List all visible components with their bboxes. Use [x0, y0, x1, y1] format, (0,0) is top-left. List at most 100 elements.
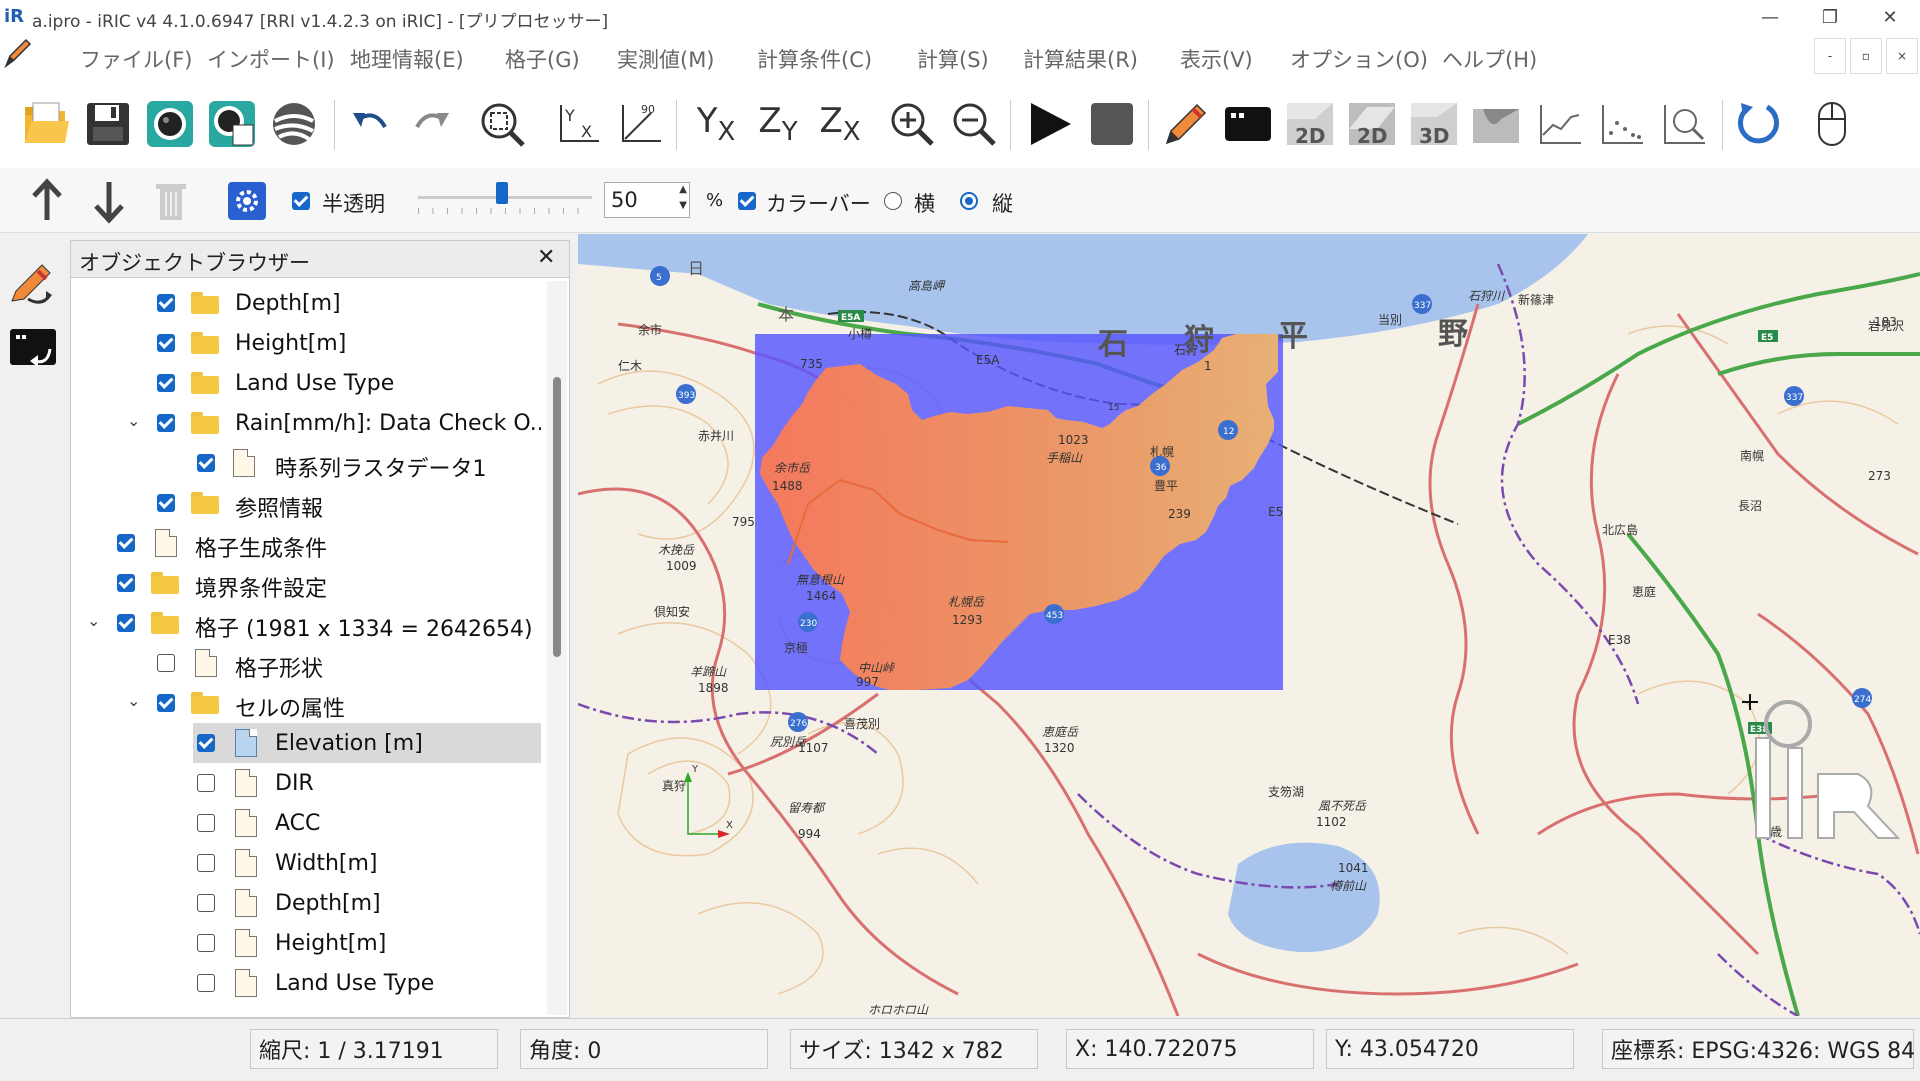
tree-item-elevation[interactable]: Elevation [m] [193, 723, 541, 763]
map-view[interactable]: 石狩川 高島岬 余市 小樽 石狩 当別 新篠津 岩見沢 仁木 735 赤井川 余… [578, 234, 1920, 1016]
svg-text:留寿都: 留寿都 [788, 801, 826, 815]
restore-button[interactable]: ❐ [1800, 0, 1860, 34]
graph-zoom-icon[interactable] [1658, 96, 1710, 152]
menu-calc-result[interactable]: 計算結果(R) [1023, 44, 1138, 74]
mdi-minimize-button[interactable]: - [1814, 38, 1846, 74]
svg-text:真狩: 真狩 [662, 778, 686, 793]
svg-text:2D: 2D [1295, 124, 1326, 148]
svg-text:274: 274 [1854, 695, 1871, 705]
menu-import[interactable]: インポート(I) [207, 44, 335, 74]
console-icon[interactable] [1222, 96, 1274, 152]
svg-text:393: 393 [678, 391, 695, 401]
mouse-icon[interactable] [1806, 96, 1858, 152]
tree-item-cell-attributes[interactable]: ⌄ セルの属性 [71, 683, 541, 723]
tree-item-cell-land-use[interactable]: Land Use Type [71, 963, 541, 1003]
3d-icon[interactable]: 3D [1408, 96, 1460, 152]
svg-text:Y: Y [564, 106, 575, 125]
colorbar-label: カラーバー [766, 192, 871, 216]
tree-item-grid-shape[interactable]: 格子形状 [71, 643, 541, 683]
profile-icon[interactable] [1470, 96, 1522, 152]
menu-file[interactable]: ファイル(F) [80, 44, 192, 74]
move-up-icon[interactable] [24, 178, 70, 224]
svg-text:453: 453 [1046, 611, 1063, 621]
tree-item-depth[interactable]: Depth[m] [71, 283, 541, 323]
2d-alt-icon[interactable]: 2D [1346, 96, 1398, 152]
svg-text:1023: 1023 [1058, 433, 1089, 447]
snapshot-icon[interactable] [206, 96, 258, 152]
console-return-icon[interactable] [8, 325, 58, 371]
object-browser-close-button[interactable]: ✕ [537, 245, 555, 270]
minimize-button[interactable]: — [1740, 0, 1800, 34]
pencil-edit-icon[interactable] [1160, 96, 1212, 152]
close-window-button[interactable]: ✕ [1860, 0, 1920, 34]
menu-options[interactable]: オプション(O) [1290, 44, 1428, 74]
svg-text:1898: 1898 [698, 681, 729, 695]
tree-item-grid[interactable]: ⌄ 格子 (1981 x 1334 = 2642654) [71, 603, 541, 643]
object-browser-scrollbar[interactable] [547, 281, 567, 1015]
tree-item-cell-height[interactable]: Height[m] [71, 923, 541, 963]
run-icon[interactable] [1024, 96, 1076, 152]
stop-icon[interactable] [1086, 96, 1138, 152]
tree-item-timeseries-raster[interactable]: 時系列ラスタデータ1 [71, 443, 541, 483]
save-icon[interactable] [82, 96, 134, 152]
tree-item-acc[interactable]: ACC [71, 803, 541, 843]
svg-text:無意根山: 無意根山 [796, 573, 845, 587]
undo-icon[interactable] [344, 96, 396, 152]
horizontal-radio[interactable] [884, 192, 902, 210]
tree-item-boundary[interactable]: 境界条件設定 [71, 563, 541, 603]
axis-yx-icon[interactable]: YX [552, 96, 604, 152]
menu-calc-condition[interactable]: 計算条件(C) [757, 44, 872, 74]
settings-gear-icon[interactable] [228, 182, 266, 220]
tree-item-grid-generation[interactable]: 格子生成条件 [71, 523, 541, 563]
tree-item-width[interactable]: Width[m] [71, 843, 541, 883]
tree-item-cell-depth[interactable]: Depth[m] [71, 883, 541, 923]
svg-text:京極: 京極 [784, 640, 808, 655]
view-zy-icon[interactable]: ZY [752, 96, 804, 152]
open-folder-icon[interactable] [20, 96, 72, 152]
graph-icon[interactable] [1534, 96, 1586, 152]
svg-text:中山峠: 中山峠 [858, 661, 896, 675]
delete-icon[interactable] [148, 178, 194, 224]
mdi-restore-button[interactable]: ▫ [1850, 38, 1882, 74]
pencil-icon [2, 36, 32, 70]
object-browser-title: オブジェクトブラウザー [79, 251, 310, 275]
translucent-checkbox[interactable] [292, 192, 310, 210]
fit-icon[interactable] [476, 96, 528, 152]
svg-text:1293: 1293 [952, 613, 983, 627]
refresh-icon[interactable] [1732, 96, 1784, 152]
menu-grid[interactable]: 格子(G) [505, 44, 580, 74]
menu-calculation[interactable]: 計算(S) [917, 44, 989, 74]
view-yx-icon[interactable]: YX [690, 96, 742, 152]
zoom-out-icon[interactable] [948, 96, 1000, 152]
tree-item-rain[interactable]: ⌄ Rain[mm/h]: Data Check O... [71, 403, 541, 443]
vertical-radio[interactable] [960, 192, 978, 210]
menu-help[interactable]: ヘルプ(H) [1442, 44, 1537, 74]
mdi-close-button[interactable]: × [1886, 38, 1918, 74]
zoom-in-icon[interactable] [886, 96, 938, 152]
colorbar-checkbox[interactable] [738, 192, 756, 210]
move-down-icon[interactable] [86, 178, 132, 224]
menu-geodata[interactable]: 地理情報(E) [350, 44, 464, 74]
menu-view[interactable]: 表示(V) [1180, 44, 1253, 74]
globe-icon[interactable] [268, 96, 320, 152]
axis-rotate-icon[interactable]: 90 [614, 96, 666, 152]
redo-icon[interactable] [406, 96, 458, 152]
2d-icon[interactable]: 2D [1284, 96, 1336, 152]
tree-item-height[interactable]: Height[m] [71, 323, 541, 363]
opacity-spinbox[interactable]: 50 ▲ ▼ [604, 182, 690, 218]
svg-text:337: 337 [1786, 393, 1803, 403]
svg-text:239: 239 [1168, 507, 1191, 521]
svg-text:337: 337 [1414, 301, 1431, 311]
status-crs: 座標系: EPSG:4326: WGS 84 [1602, 1029, 1915, 1069]
view-zx-icon[interactable]: ZX [814, 96, 866, 152]
menu-measured[interactable]: 実測値(M) [617, 44, 715, 74]
tree-item-dir[interactable]: DIR [71, 763, 541, 803]
tree-item-reference[interactable]: 参照情報 [71, 483, 541, 523]
status-y: Y: 43.054720 [1326, 1029, 1574, 1069]
scatter-icon[interactable] [1596, 96, 1648, 152]
status-angle: 角度: 0 [520, 1029, 768, 1069]
opacity-slider[interactable] [418, 182, 592, 218]
edit-pencil-icon[interactable] [8, 261, 58, 311]
tree-item-land-use[interactable]: Land Use Type [71, 363, 541, 403]
camera-icon[interactable] [144, 96, 196, 152]
